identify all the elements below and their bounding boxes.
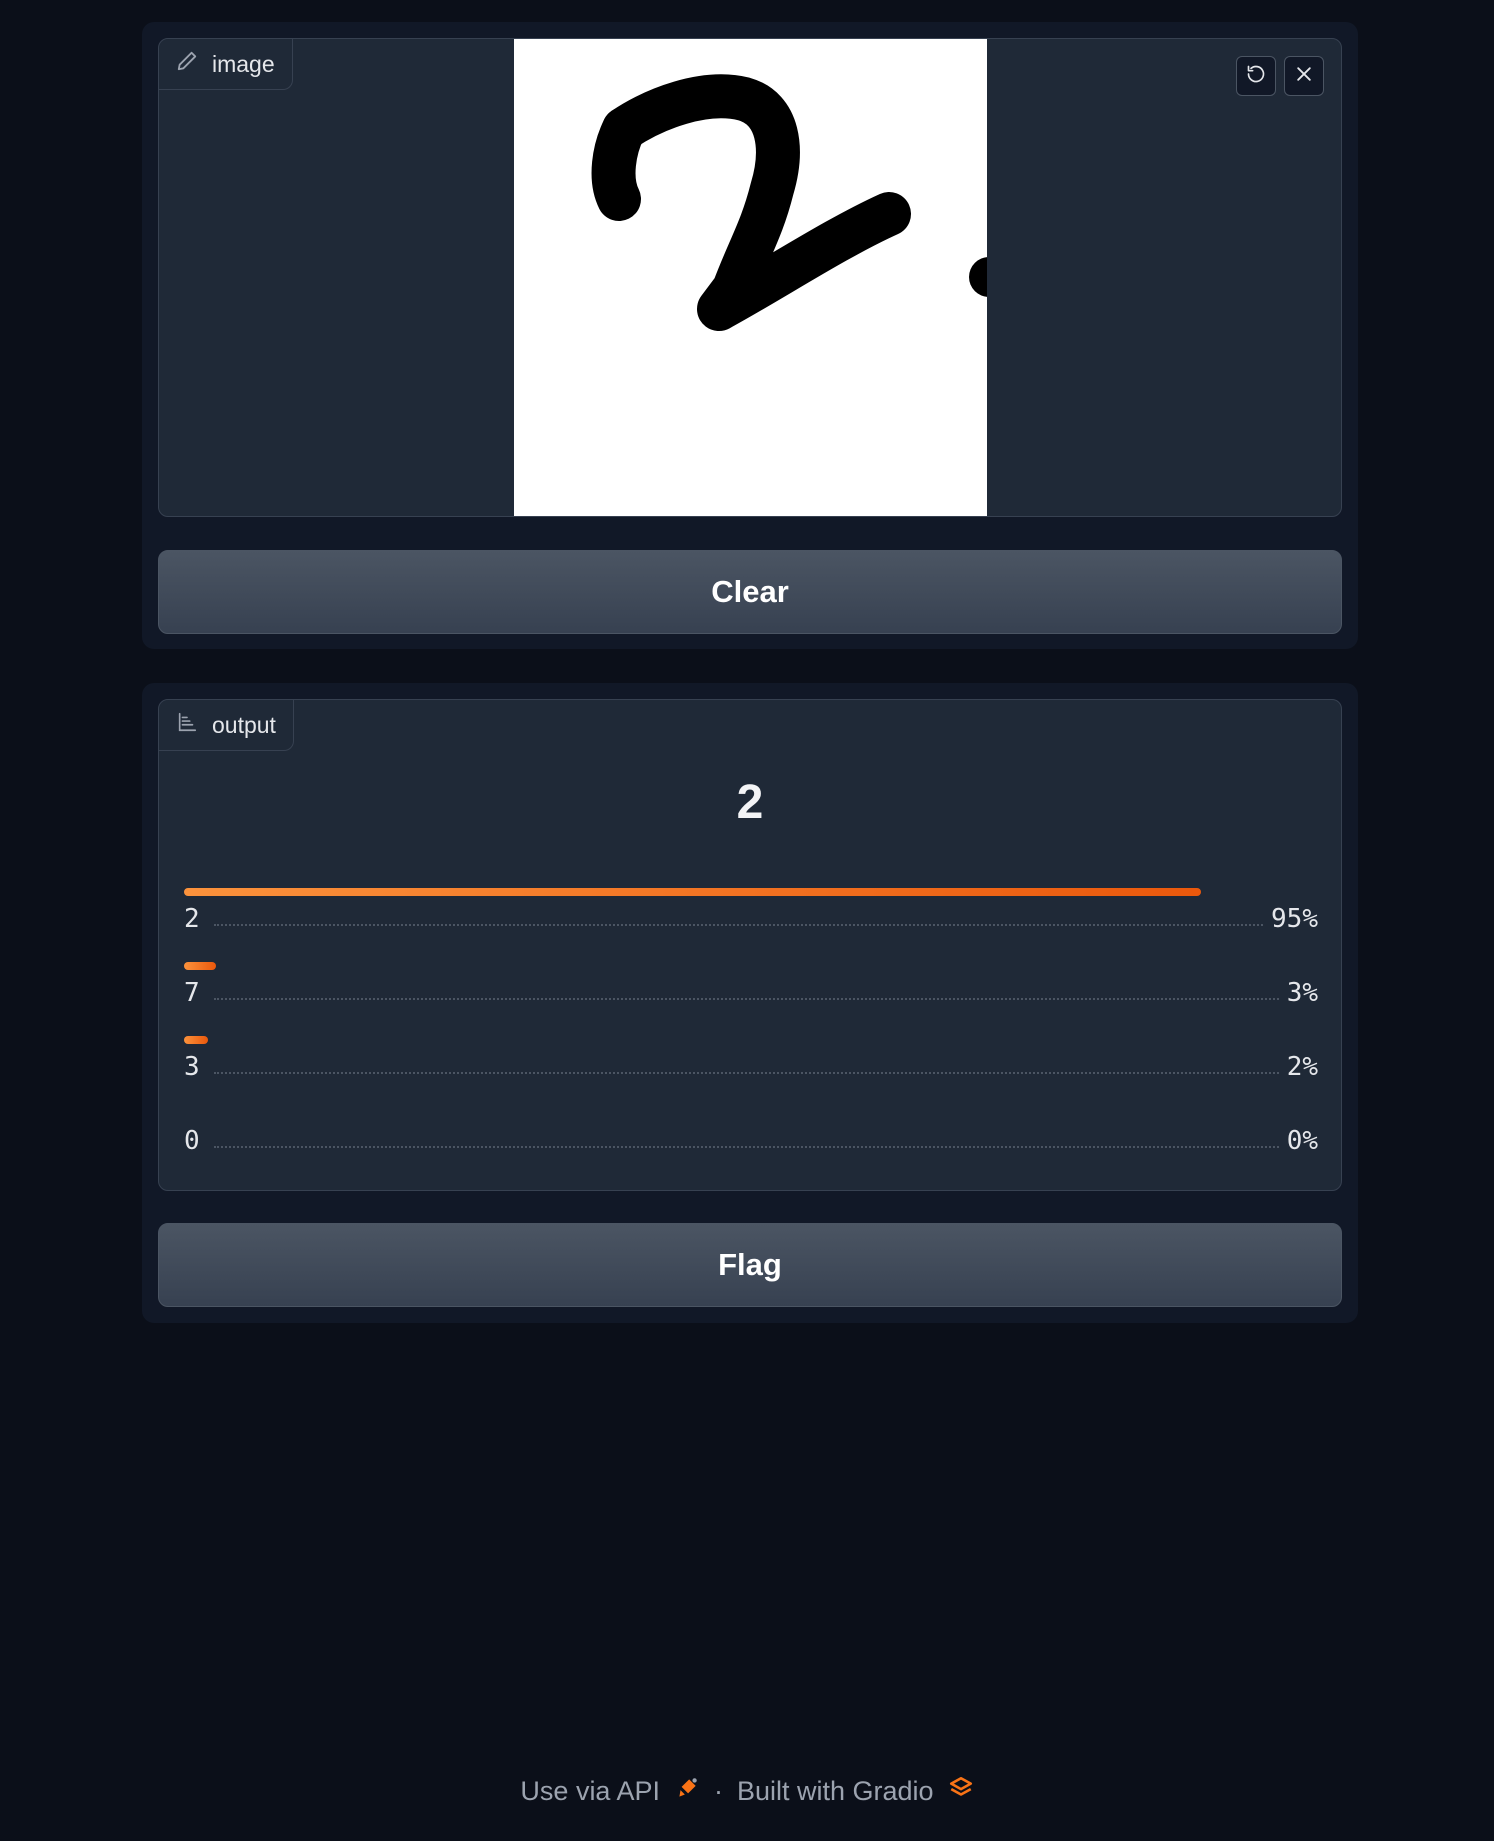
clear-button[interactable]: Clear	[158, 550, 1342, 634]
undo-button[interactable]	[1236, 56, 1276, 96]
image-label-text: image	[212, 50, 275, 77]
confidence-label: 7	[184, 978, 200, 1008]
use-via-api-link[interactable]: Use via API	[520, 1775, 700, 1808]
dotted-leader	[213, 924, 1264, 926]
confidence-label: 2	[184, 904, 200, 934]
rocket-icon	[674, 1775, 700, 1808]
footer-separator: ·	[713, 1776, 723, 1806]
dotted-leader	[213, 998, 1279, 1000]
confidence-item[interactable]: 3 2%	[184, 1036, 1318, 1110]
output-panel: output 2 2 95% 7 3% 3 2% 0 0% Flag	[142, 683, 1358, 1323]
confidence-percent: 0%	[1286, 1126, 1318, 1156]
confidence-item[interactable]: 0 0%	[184, 1110, 1318, 1184]
gradio-logo-icon	[948, 1775, 974, 1808]
confidence-bar	[184, 888, 1201, 896]
sketch-canvas[interactable]	[514, 39, 1009, 516]
built-with-gradio-link[interactable]: Built with Gradio	[737, 1775, 974, 1808]
pencil-icon	[176, 50, 198, 78]
confidence-percent: 3%	[1286, 978, 1318, 1008]
confidence-percent: 95%	[1271, 904, 1318, 934]
confidence-list: 2 95% 7 3% 3 2% 0 0%	[184, 888, 1318, 1184]
output-block: output 2 2 95% 7 3% 3 2% 0 0%	[158, 699, 1342, 1191]
input-panel: image Clear	[142, 22, 1358, 649]
clear-image-button[interactable]	[1284, 56, 1324, 96]
dotted-leader	[213, 1146, 1279, 1148]
footer: Use via API · Built with Gradio	[0, 1775, 1494, 1808]
confidence-bar	[184, 1036, 208, 1044]
close-icon	[1294, 64, 1314, 89]
image-block: image	[158, 38, 1342, 517]
dotted-leader	[213, 1072, 1279, 1074]
confidence-bar	[184, 962, 217, 970]
confidence-item[interactable]: 7 3%	[184, 962, 1318, 1036]
bar-chart-icon	[176, 711, 198, 739]
predicted-label: 2	[736, 776, 764, 829]
image-label: image	[159, 39, 293, 90]
confidence-label: 0	[184, 1126, 200, 1156]
confidence-percent: 2%	[1286, 1052, 1318, 1082]
confidence-label: 3	[184, 1052, 200, 1082]
built-with-gradio-text: Built with Gradio	[736, 1776, 934, 1806]
output-label-text: output	[212, 711, 276, 738]
output-label: output	[159, 700, 294, 751]
undo-icon	[1246, 64, 1266, 89]
use-via-api-text: Use via API	[520, 1776, 660, 1806]
flag-button[interactable]: Flag	[158, 1223, 1342, 1307]
confidence-item[interactable]: 2 95%	[184, 888, 1318, 962]
